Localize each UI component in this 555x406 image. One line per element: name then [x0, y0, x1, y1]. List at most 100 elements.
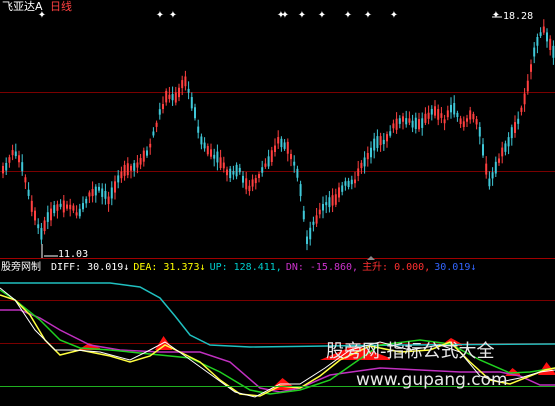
event-marker-icon: ✦ [344, 10, 352, 21]
candle-body [264, 163, 267, 167]
candle-body [526, 80, 529, 92]
price-high-label: 18.28 [503, 11, 534, 22]
candle-body [101, 188, 104, 197]
event-marker-icon: ✦ [492, 10, 500, 21]
candle-body [277, 137, 280, 144]
candle-body [510, 127, 513, 139]
candle-body [62, 200, 65, 213]
candle-body [418, 119, 420, 130]
candle-body [411, 120, 414, 128]
candle-body [85, 198, 88, 204]
candle-body [334, 194, 337, 205]
candle-body [59, 203, 62, 207]
indicator-diff: DIFF: 30.019↓ [51, 262, 130, 273]
up-line [0, 282, 555, 348]
candle-body [408, 118, 411, 123]
candle-body [91, 189, 94, 197]
event-marker-icon: ✦ [318, 10, 326, 21]
candle-body [34, 210, 36, 221]
candle-body [219, 157, 222, 168]
indicator-bar: 股旁网制 DIFF: 30.019↓ DEA: 31.373↓ UP: 128.41… [1, 262, 476, 274]
candle-body [14, 151, 17, 157]
candle-body [347, 180, 350, 187]
candle-body [242, 175, 244, 183]
candle-body [190, 97, 193, 109]
candle-body [382, 139, 385, 145]
candle-body [318, 209, 321, 215]
candle-body [280, 138, 283, 148]
candle-body [414, 117, 417, 129]
event-marker-icon: ✦ [390, 10, 398, 21]
candle-body [344, 181, 347, 186]
candle-body [117, 175, 120, 183]
candle-body [309, 227, 312, 240]
candle-body [520, 107, 523, 112]
candle-body [162, 104, 164, 110]
candle-body [235, 164, 238, 177]
candle-body [533, 47, 536, 57]
candle-body [72, 205, 75, 211]
candle-body [430, 108, 433, 115]
candle-body [302, 210, 305, 220]
candle-body [514, 122, 516, 133]
indicator-name: 股旁网制 [1, 262, 41, 273]
candle-body [216, 151, 219, 163]
candle-body [350, 179, 353, 185]
candle-body [254, 178, 257, 184]
candle-body [312, 221, 315, 225]
event-marker-icon: ✦ [281, 10, 289, 21]
candle-body [472, 113, 475, 120]
candle-body [98, 186, 100, 191]
candle-body [46, 212, 49, 222]
candle-body [152, 131, 155, 136]
candle-body [434, 106, 436, 116]
candle-body [357, 168, 360, 176]
chart-title: 飞亚达A 日线 [2, 1, 72, 13]
candle-body [421, 118, 424, 128]
candle-body [293, 161, 296, 166]
candle-body [498, 158, 500, 163]
candle-body [238, 167, 241, 173]
candle-body [306, 236, 308, 244]
candle-body [270, 150, 273, 162]
candle-body [373, 138, 376, 151]
candle-body [88, 192, 91, 197]
candle-body [136, 162, 139, 168]
candle-body [210, 149, 212, 157]
candle-body [94, 186, 97, 196]
candle-body [376, 136, 379, 148]
candle-body [482, 144, 484, 156]
event-marker-icon: ✦ [156, 10, 164, 21]
candle-body [78, 208, 81, 217]
candle-body [443, 119, 446, 124]
indicator-last: 30.019↓ [434, 262, 477, 273]
candle-body [27, 189, 30, 196]
candle-body [459, 118, 462, 125]
indicator-up: UP: 128.411, [209, 262, 282, 273]
candle-body [69, 204, 72, 210]
candle-body [386, 134, 388, 142]
candle-body [395, 118, 398, 130]
candle-body [546, 32, 548, 42]
candle-body [181, 80, 184, 89]
candle-body [398, 118, 401, 124]
candle-body [456, 112, 459, 118]
candle-body [114, 181, 116, 193]
candle-body [466, 118, 468, 122]
candle-body [488, 178, 491, 187]
candle-body [536, 36, 539, 46]
candle-body [222, 162, 225, 169]
candle-body [341, 185, 344, 192]
candle-body [290, 153, 292, 160]
candle-body [325, 202, 328, 206]
candle-body [379, 136, 382, 146]
event-marker-icon: ✦ [298, 10, 306, 21]
candle-body [206, 146, 209, 155]
candle-body [245, 178, 248, 190]
candle-body [299, 184, 302, 197]
candle-body [478, 126, 481, 137]
candle-body [11, 150, 14, 156]
candle-body [107, 196, 110, 205]
candle-body [549, 38, 552, 50]
candle-body [75, 212, 78, 216]
